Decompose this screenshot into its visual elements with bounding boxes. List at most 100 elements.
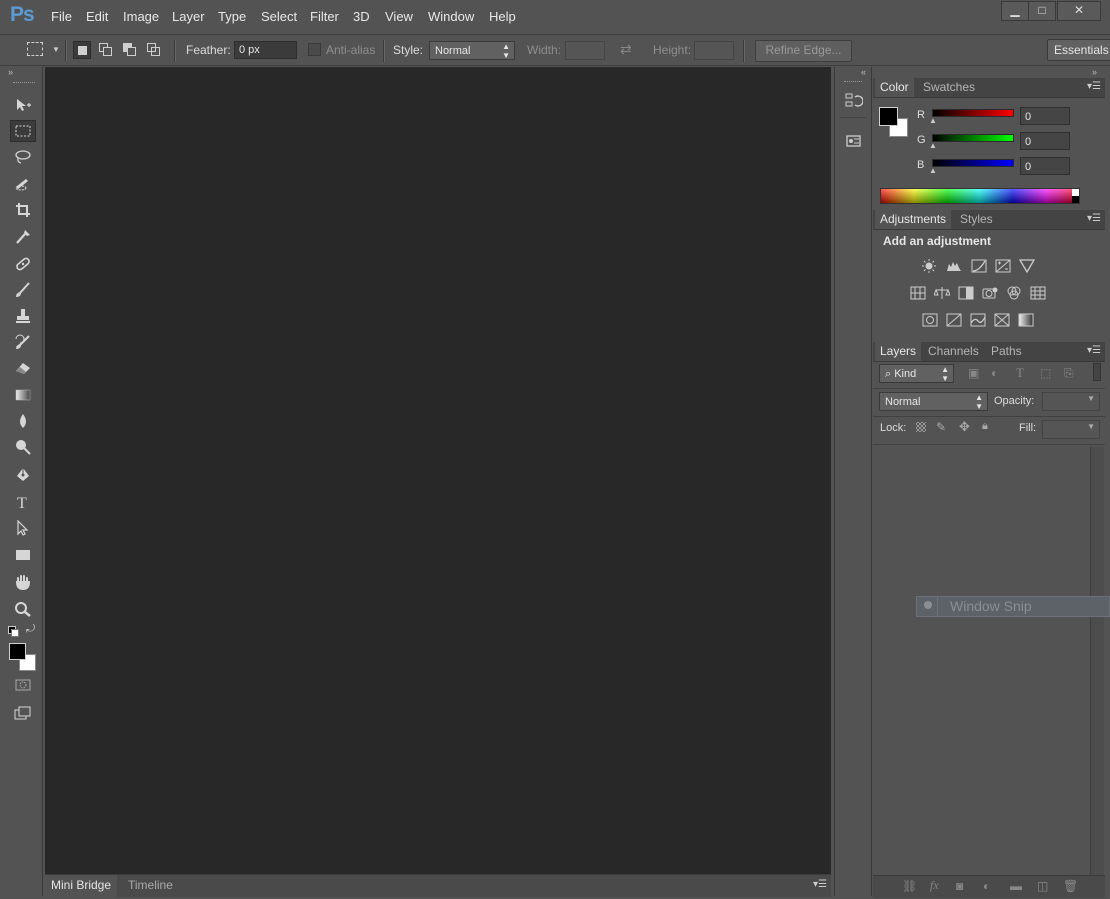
lasso-tool-icon[interactable] (10, 146, 36, 168)
threshold-icon[interactable] (970, 313, 986, 327)
add-to-selection-button[interactable] (97, 41, 115, 59)
quick-selection-tool-icon[interactable] (10, 173, 36, 195)
menu-edit[interactable]: Edit (86, 9, 108, 24)
menu-layer[interactable]: Layer (172, 9, 205, 24)
curves-icon[interactable] (971, 259, 987, 273)
slider-handle-icon[interactable]: ▲ (929, 116, 937, 125)
tab-paths[interactable]: Paths (986, 342, 1027, 361)
collapse-toolbar-icon[interactable]: » (8, 67, 13, 77)
menu-view[interactable]: View (385, 9, 413, 24)
grip-icon[interactable] (844, 81, 862, 82)
red-slider[interactable] (932, 109, 1014, 117)
type-tool-icon[interactable]: T (10, 491, 36, 513)
levels-icon[interactable] (946, 259, 962, 273)
lock-image-pixels-icon[interactable]: ✎ (936, 420, 946, 434)
invert-icon[interactable] (922, 313, 938, 327)
screen-mode-icon[interactable] (10, 702, 36, 724)
properties-panel-icon[interactable] (845, 133, 863, 152)
tab-channels[interactable]: Channels (923, 342, 984, 361)
rectangular-marquee-tool-icon[interactable] (10, 120, 36, 142)
lock-all-icon[interactable]: 🔒︎ (982, 420, 988, 433)
tool-preset-dropdown-icon[interactable]: ▼ (52, 45, 60, 54)
menu-select[interactable]: Select (261, 9, 297, 24)
eraser-tool-icon[interactable] (10, 357, 36, 379)
layer-style-fx-icon[interactable]: fx (930, 878, 939, 893)
style-select[interactable]: Normal ▲ ▼ (429, 41, 515, 60)
expand-panels-icon[interactable]: « (861, 67, 866, 77)
slider-handle-icon[interactable]: ▲ (929, 141, 937, 150)
tab-color[interactable]: Color (875, 78, 914, 97)
history-panel-icon[interactable] (845, 93, 864, 112)
color-spectrum-ramp[interactable] (880, 188, 1080, 204)
green-slider[interactable] (932, 134, 1014, 142)
collapse-dock-icon[interactable]: » (1092, 67, 1097, 77)
hue-saturation-icon[interactable] (910, 286, 926, 300)
menu-type[interactable]: Type (218, 9, 246, 24)
menu-file[interactable]: File (51, 9, 72, 24)
selective-color-icon[interactable] (994, 313, 1010, 327)
tab-mini-bridge[interactable]: Mini Bridge (45, 875, 118, 897)
panel-menu-icon[interactable]: ▾☰ (813, 879, 827, 890)
feather-input[interactable]: 0 px (234, 41, 297, 59)
opacity-input[interactable]: ▼ (1042, 392, 1100, 411)
pixel-layer-filter-icon[interactable]: ▣ (968, 366, 979, 380)
brush-tool-icon[interactable] (10, 279, 36, 301)
foreground-color-swatch[interactable] (9, 643, 26, 660)
width-input[interactable] (565, 41, 605, 60)
adjustments-panel-menu-icon[interactable]: ▾☰ (1087, 213, 1101, 224)
color-balance-icon[interactable] (934, 286, 950, 300)
blur-tool-icon[interactable] (10, 410, 36, 432)
grip-icon[interactable] (13, 82, 35, 85)
new-layer-icon[interactable]: ◫ (1037, 879, 1048, 893)
layers-panel-menu-icon[interactable]: ▾☰ (1087, 345, 1101, 356)
swap-width-height-icon[interactable]: ⇄ (620, 41, 632, 58)
menu-3d[interactable]: 3D (353, 9, 370, 24)
blue-slider[interactable] (932, 159, 1014, 167)
adjustment-layer-filter-icon[interactable]: ◐ (991, 366, 998, 380)
menu-image[interactable]: Image (123, 9, 159, 24)
spot-healing-brush-tool-icon[interactable] (10, 253, 36, 275)
move-tool-icon[interactable] (10, 94, 36, 116)
color-lookup-icon[interactable] (1030, 286, 1046, 300)
default-colors-icon[interactable] (8, 626, 19, 637)
blend-mode-select[interactable]: Normal ▲ ▼ (879, 392, 988, 411)
pen-tool-icon[interactable] (10, 464, 36, 486)
brightness-contrast-icon[interactable] (921, 259, 937, 273)
intersect-selection-button[interactable] (145, 41, 163, 59)
refine-edge-button[interactable]: Refine Edge... (755, 40, 852, 62)
tab-adjustments[interactable]: Adjustments (875, 210, 952, 229)
layers-scrollbar[interactable] (1090, 447, 1104, 877)
document-canvas-area[interactable] (45, 67, 831, 874)
path-selection-tool-icon[interactable] (10, 517, 36, 539)
height-input[interactable] (694, 41, 734, 60)
tab-styles[interactable]: Styles (955, 210, 998, 229)
black-white-icon[interactable] (958, 286, 974, 300)
new-group-folder-icon[interactable]: ▬ (1010, 879, 1022, 893)
zoom-tool-icon[interactable] (10, 598, 36, 620)
layer-filter-select[interactable]: ⌕ Kind ▲ ▼ (879, 364, 954, 383)
workspace-switcher-button[interactable]: Essentials (1047, 39, 1110, 61)
dodge-tool-icon[interactable] (10, 436, 36, 458)
delete-layer-trash-icon[interactable]: 🗑︎ (1063, 879, 1078, 893)
close-button[interactable]: ✕ (1057, 1, 1101, 21)
type-layer-filter-icon[interactable]: T (1016, 365, 1024, 381)
foreground-color-swatch[interactable] (879, 107, 898, 126)
menu-help[interactable]: Help (489, 9, 516, 24)
red-value-input[interactable]: 0 (1020, 107, 1070, 125)
green-value-input[interactable]: 0 (1020, 132, 1070, 150)
link-layers-icon[interactable]: ⛓ (902, 879, 917, 893)
tab-swatches[interactable]: Swatches (918, 78, 980, 97)
swap-colors-icon[interactable]: ⤾ (26, 623, 35, 636)
subtract-from-selection-button[interactable] (121, 41, 139, 59)
tab-timeline[interactable]: Timeline (122, 875, 179, 897)
lock-position-icon[interactable]: ✥ (959, 419, 970, 435)
menu-window[interactable]: Window (428, 9, 474, 24)
clone-stamp-tool-icon[interactable] (10, 305, 36, 327)
rectangle-tool-icon[interactable] (10, 544, 36, 566)
slider-handle-icon[interactable]: ▲ (929, 166, 937, 175)
filter-toggle-switch[interactable] (1093, 363, 1101, 381)
smart-object-filter-icon[interactable]: ⎘ (1064, 366, 1074, 381)
color-panel-menu-icon[interactable]: ▾☰ (1087, 81, 1101, 92)
menu-filter[interactable]: Filter (310, 9, 339, 24)
shape-layer-filter-icon[interactable]: ⬚ (1040, 366, 1051, 380)
